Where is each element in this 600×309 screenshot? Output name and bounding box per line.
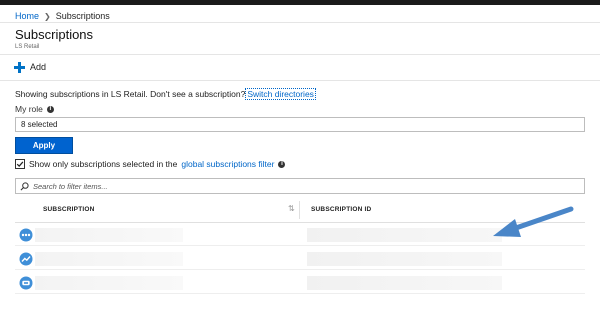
search-input[interactable] — [33, 181, 573, 191]
column-header-subscription-id[interactable]: SUBSCRIPTION ID — [311, 206, 371, 213]
global-filter-text: Show only subscriptions selected in the — [29, 159, 178, 169]
page-subtitle: LS Retail — [15, 44, 40, 50]
add-button-label: Add — [30, 62, 47, 72]
checkmark-icon — [16, 161, 24, 167]
breadcrumb-current: Subscriptions — [55, 11, 110, 21]
search-icon — [20, 181, 29, 190]
table-row[interactable] — [15, 224, 585, 246]
divider — [15, 222, 585, 223]
page-title: Subscriptions — [15, 27, 94, 42]
subscription-key-icon — [19, 228, 33, 242]
global-filter-option: Show only subscriptions selected in the … — [15, 158, 286, 170]
table-row[interactable] — [15, 248, 585, 270]
breadcrumb-home-link[interactable]: Home — [15, 11, 39, 21]
directory-info: Showing subscriptions in LS Retail. Don'… — [15, 88, 316, 100]
column-resize-handle[interactable] — [299, 201, 300, 219]
divider — [0, 54, 600, 55]
column-header-subscription[interactable]: SUBSCRIPTION — [43, 206, 95, 213]
my-role-text: My role — [15, 104, 43, 114]
add-button[interactable]: Add — [14, 60, 46, 74]
search-box[interactable] — [15, 178, 585, 194]
subscription-name-redacted — [35, 228, 183, 242]
my-role-label: My role i — [15, 104, 54, 114]
chevron-right-icon: ❯ — [44, 11, 51, 21]
global-subscriptions-filter-link[interactable]: global subscriptions filter — [181, 159, 274, 169]
global-filter-checkbox[interactable] — [15, 159, 25, 169]
plus-icon — [14, 61, 25, 73]
subscription-id-redacted — [307, 252, 502, 266]
cloud-subscription-icon — [19, 276, 33, 290]
info-icon[interactable]: i — [278, 160, 286, 168]
table-header: SUBSCRIPTION ⇅ SUBSCRIPTION ID — [15, 200, 585, 220]
my-role-selected-value: 8 selected — [21, 120, 58, 129]
my-role-dropdown[interactable]: 8 selected — [15, 117, 585, 132]
subscription-id-redacted — [307, 276, 502, 290]
subscription-name-redacted — [35, 252, 183, 266]
sort-icon[interactable]: ⇅ — [288, 204, 295, 213]
trend-chart-icon — [19, 252, 33, 266]
breadcrumb: Home ❯ Subscriptions — [15, 10, 110, 22]
info-icon[interactable]: i — [46, 105, 54, 113]
apply-button[interactable]: Apply — [15, 137, 73, 154]
directory-info-text: Showing subscriptions in LS Retail. Don'… — [15, 89, 246, 99]
divider — [0, 80, 600, 81]
divider — [0, 22, 600, 23]
subscription-name-redacted — [35, 276, 183, 290]
subscription-id-redacted — [307, 228, 502, 242]
switch-directories-link[interactable]: Switch directories — [245, 88, 316, 100]
table-row[interactable] — [15, 272, 585, 294]
portal-top-strip — [0, 0, 600, 5]
